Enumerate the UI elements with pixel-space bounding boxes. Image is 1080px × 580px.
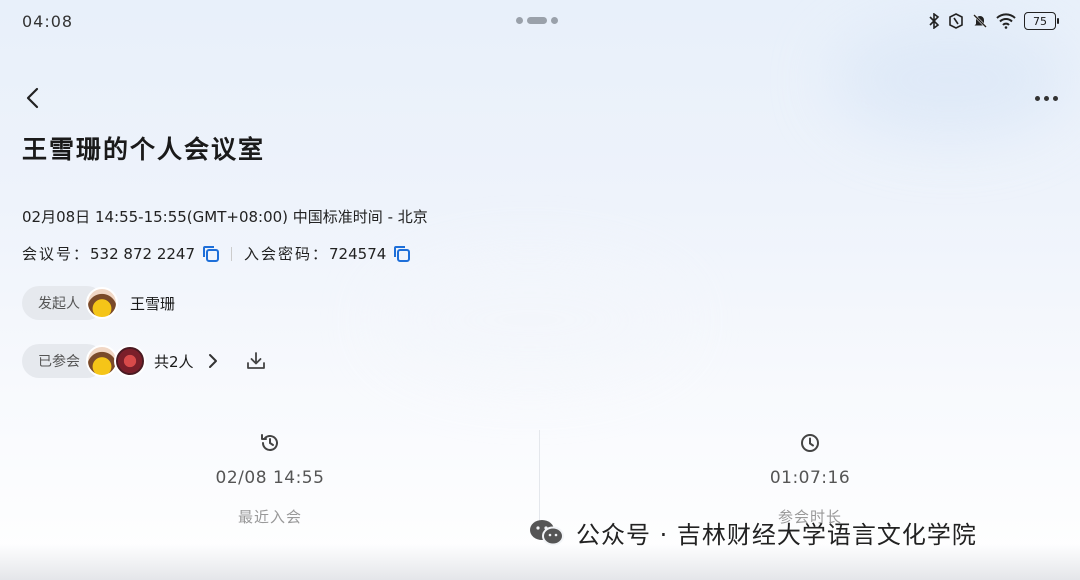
stat-duration: 01:07:16 参会时长 [660,432,960,527]
nfc-icon [949,13,963,29]
back-button[interactable] [18,84,46,112]
meeting-id-value: 532 872 2247 [90,244,195,263]
chevron-left-icon [26,87,39,109]
chevron-right-icon[interactable] [208,353,218,369]
password-value: 724574 [329,244,387,263]
history-clock-icon [261,434,278,451]
host-name: 王雪珊 [130,294,176,313]
host-row: 发起人 王雪珊 [22,286,175,320]
download-icon[interactable] [246,351,266,371]
host-chip-label: 发起人 [38,296,80,312]
battery-indicator: 75 [1024,12,1059,30]
host-avatar[interactable] [86,287,118,319]
system-icons: 75 [928,12,1059,30]
copy-icon [203,245,219,262]
multitask-indicator[interactable] [516,17,558,24]
mute-bell-icon [973,14,987,28]
divider [231,246,232,261]
watermark-text: 公众号 · 吉林财经大学语言文化学院 [576,521,977,549]
copy-password-button[interactable] [392,244,412,264]
password-label: 入会密码： [244,245,330,263]
bg-blob [380,260,680,380]
copy-icon [394,245,411,262]
bluetooth-icon [929,13,940,29]
stat-label: 最近入会 [237,508,302,526]
more-options-button[interactable] [1028,86,1064,110]
copy-meeting-id-button[interactable] [201,244,221,264]
meeting-id-label: 会议号： [22,245,91,263]
status-bar: 04:08 75 [0,0,1080,44]
stat-recent-join: 02/08 14:55 最近入会 [120,432,420,527]
battery-level: 75 [1033,14,1047,28]
participants-row: 已参会 共2人 [22,344,266,378]
participant-count[interactable]: 共2人 [154,351,194,372]
status-time: 04:08 [22,12,74,31]
participant-avatar[interactable] [114,345,146,377]
meeting-id-row: 会议号： 532 872 2247 入会密码： 724574 [22,243,422,264]
wechat-icon [530,519,564,545]
watermark: 公众号 · 吉林财经大学语言文化学院 [528,515,977,550]
participants-chip-label: 已参会 [38,354,80,370]
clock-icon [801,434,819,452]
meeting-datetime: 02月08日 14:55-15:55(GMT+08:00) 中国标准时间 - 北… [22,208,428,226]
stat-value: 02/08 14:55 [215,468,325,488]
page-title: 王雪珊的个人会议室 [22,135,266,164]
stat-value: 01:07:16 [769,468,851,488]
wifi-icon [996,13,1016,29]
